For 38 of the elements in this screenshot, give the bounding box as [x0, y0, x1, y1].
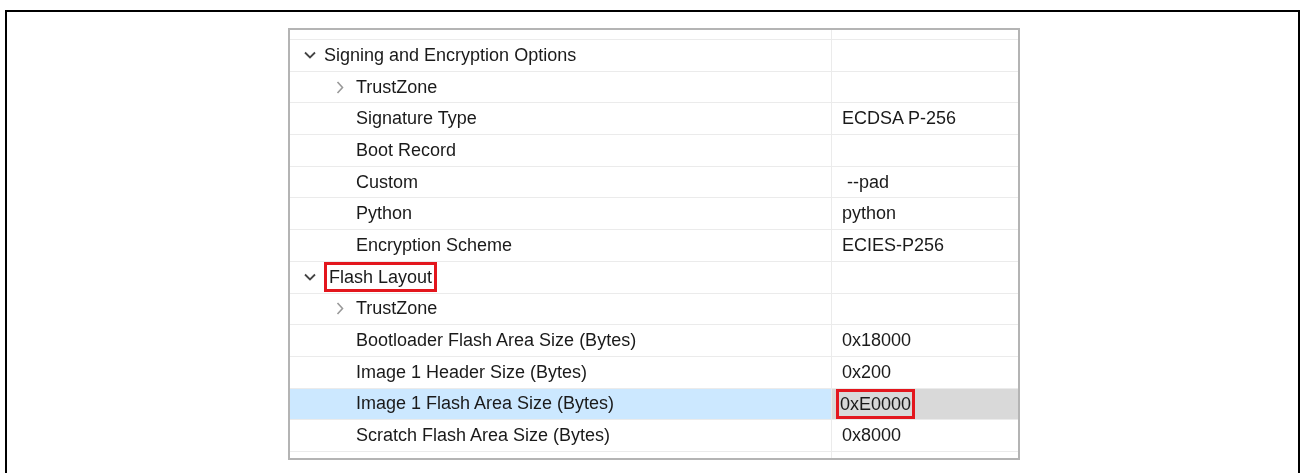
chevron-down-icon[interactable] — [304, 51, 316, 60]
chevron-right-icon[interactable] — [336, 302, 344, 316]
tree-row[interactable]: TrustZone — [290, 293, 1018, 326]
tree-label: Image 1 Header Size (Bytes) — [356, 360, 588, 384]
value-text: 0xE0000 — [836, 388, 916, 419]
tree-row[interactable]: TrustZone — [290, 71, 1018, 104]
tree-label: Image 1 Flash Area Size (Bytes) — [356, 392, 615, 416]
tree-row[interactable]: Custom --pad — [290, 166, 1018, 199]
tree-row[interactable]: Image 1 Flash Area Size (Bytes) 0xE0000 — [290, 388, 1018, 421]
value-text: 0x200 — [842, 360, 892, 384]
tree-row[interactable]: Flash Layout — [290, 261, 1018, 294]
tree-label: Custom — [356, 170, 418, 194]
value-text: 0x18000 — [842, 329, 912, 353]
tree-row[interactable]: Signing and Encryption Options — [290, 40, 1018, 72]
tree-label: Signing and Encryption Options — [324, 43, 577, 67]
value-text: --pad — [846, 170, 890, 194]
tree-label: Bootloader Flash Area Size (Bytes) — [356, 329, 637, 353]
value-text: 0x8000 — [842, 424, 902, 448]
chevron-down-icon[interactable] — [304, 273, 316, 282]
tree-label: TrustZone — [356, 75, 438, 99]
value-text: python — [842, 202, 897, 226]
value-text: ECDSA P-256 — [842, 107, 957, 131]
tree-label: Signature Type — [356, 107, 477, 131]
chevron-right-icon[interactable] — [336, 80, 344, 94]
value-text: ECIES-P256 — [842, 233, 945, 257]
tree-row[interactable]: Python python — [290, 198, 1018, 231]
tree-label: Scratch Flash Area Size (Bytes) — [356, 424, 611, 448]
tree-label: TrustZone — [356, 297, 438, 321]
tree-label: Flash Layout — [324, 262, 438, 293]
tree-row[interactable]: Boot Record — [290, 135, 1018, 167]
tree-row[interactable]: Signature Type ECDSA P-256 — [290, 103, 1018, 136]
tree-row[interactable]: Image 1 Header Size (Bytes) 0x200 — [290, 356, 1018, 389]
tree-label: Encryption Scheme — [356, 233, 513, 257]
tree-row[interactable]: Bootloader Flash Area Size (Bytes) 0x18000 — [290, 325, 1018, 357]
tree-row[interactable]: Encryption Scheme ECIES-P256 — [290, 230, 1018, 262]
tree-label: Python — [356, 202, 413, 226]
tree-label: Boot Record — [356, 138, 457, 162]
tree-row[interactable]: Scratch Flash Area Size (Bytes) 0x8000 — [290, 420, 1018, 452]
